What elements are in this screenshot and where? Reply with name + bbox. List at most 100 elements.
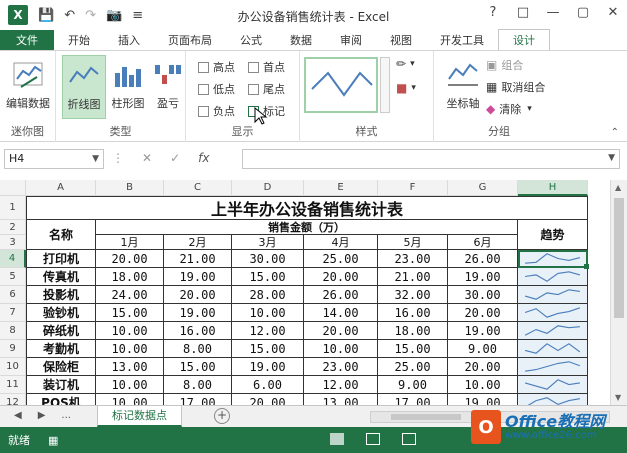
tab-developer[interactable]: 开发工具 — [426, 30, 498, 50]
sales-value[interactable]: 20.00 — [96, 250, 164, 268]
column-header-h[interactable]: H — [518, 180, 588, 196]
item-name[interactable]: 碎纸机 — [26, 322, 96, 340]
function-icon[interactable]: fx — [198, 151, 209, 165]
page-break-view-icon[interactable] — [402, 433, 416, 445]
row-header-11[interactable]: 11 — [0, 376, 26, 394]
sales-value[interactable]: 26.00 — [448, 250, 518, 268]
sparkline-cell[interactable] — [518, 268, 588, 286]
fill-handle[interactable] — [584, 264, 589, 269]
sparkline-cell[interactable] — [518, 376, 588, 394]
sales-value[interactable]: 9.00 — [448, 340, 518, 358]
redo-icon[interactable]: ↷ — [85, 8, 96, 23]
tab-review[interactable]: 审阅 — [326, 30, 376, 50]
sales-value[interactable]: 17.00 — [164, 394, 232, 405]
vertical-scrollbar[interactable]: ▲ ▼ — [610, 180, 627, 405]
prev-sheet-icon[interactable]: ◀ — [14, 410, 22, 421]
sparkline-cell[interactable] — [518, 250, 588, 268]
sales-value[interactable]: 20.00 — [448, 358, 518, 376]
tab-page-layout[interactable]: 页面布局 — [154, 30, 226, 50]
sparkline-cell[interactable] — [518, 322, 588, 340]
sales-value[interactable]: 13.00 — [96, 358, 164, 376]
month-header[interactable]: 6月 — [448, 235, 518, 250]
amount-header[interactable]: 销售金额（万） — [96, 220, 518, 235]
sales-value[interactable]: 6.00 — [232, 376, 304, 394]
scroll-down-icon[interactable]: ▼ — [615, 393, 621, 402]
row-header-10[interactable]: 10 — [0, 358, 26, 376]
row-header-4[interactable]: 4 — [0, 250, 26, 268]
sales-value[interactable]: 15.00 — [378, 340, 448, 358]
collapse-ribbon-icon[interactable]: ⌃ — [611, 127, 619, 138]
sales-value[interactable]: 20.00 — [232, 394, 304, 405]
normal-view-icon[interactable] — [330, 433, 344, 445]
sales-value[interactable]: 19.00 — [448, 268, 518, 286]
sales-value[interactable]: 13.00 — [304, 394, 378, 405]
item-name[interactable]: 投影机 — [26, 286, 96, 304]
sales-value[interactable]: 24.00 — [96, 286, 164, 304]
month-header[interactable]: 2月 — [164, 235, 232, 250]
sales-value[interactable]: 18.00 — [378, 322, 448, 340]
winloss-type-button[interactable]: 盈亏 — [146, 55, 190, 119]
sales-value[interactable]: 19.00 — [164, 268, 232, 286]
column-header-c[interactable]: C — [164, 180, 232, 196]
next-sheet-icon[interactable]: ▶ — [38, 410, 46, 421]
column-header-g[interactable]: G — [448, 180, 518, 196]
sales-value[interactable]: 32.00 — [378, 286, 448, 304]
sales-value[interactable]: 23.00 — [304, 358, 378, 376]
column-header-f[interactable]: F — [378, 180, 448, 196]
sparkline-cell[interactable] — [518, 340, 588, 358]
formula-input[interactable]: ▼ — [242, 149, 620, 169]
sales-value[interactable]: 19.00 — [232, 358, 304, 376]
group-button[interactable]: ▣ 组合 — [486, 57, 523, 73]
column-header-b[interactable]: B — [96, 180, 164, 196]
sales-value[interactable]: 19.00 — [164, 304, 232, 322]
month-header[interactable]: 5月 — [378, 235, 448, 250]
sales-value[interactable]: 10.00 — [448, 376, 518, 394]
sales-value[interactable]: 10.00 — [304, 340, 378, 358]
negative-point-checkbox[interactable]: 负点 — [198, 103, 235, 119]
scroll-up-icon[interactable]: ▲ — [615, 183, 621, 192]
sheet-title[interactable]: 上半年办公设备销售统计表 — [26, 196, 588, 220]
sales-value[interactable]: 15.00 — [96, 304, 164, 322]
line-type-button[interactable]: 折线图 — [62, 55, 106, 119]
undo-icon[interactable]: ↶ — [64, 8, 75, 23]
sales-value[interactable]: 8.00 — [164, 376, 232, 394]
macro-record-icon[interactable]: ▦ — [48, 434, 58, 447]
last-point-checkbox[interactable]: 尾点 — [248, 81, 285, 97]
sales-value[interactable]: 10.00 — [96, 322, 164, 340]
expand-formula-icon[interactable]: ▼ — [608, 153, 615, 163]
camera-icon[interactable]: 📷 — [106, 8, 122, 23]
sales-value[interactable]: 15.00 — [232, 340, 304, 358]
sparkline-style-preview[interactable] — [304, 57, 378, 113]
sales-value[interactable]: 14.00 — [304, 304, 378, 322]
column-type-button[interactable]: 柱形图 — [106, 55, 150, 119]
tab-formulas[interactable]: 公式 — [226, 30, 276, 50]
name-header[interactable]: 名称 — [26, 220, 96, 250]
trend-header[interactable]: 趋势 — [518, 220, 588, 250]
sales-value[interactable]: 10.00 — [96, 340, 164, 358]
high-point-checkbox[interactable]: 高点 — [198, 59, 235, 75]
sales-value[interactable]: 23.00 — [378, 250, 448, 268]
cancel-icon[interactable]: ✕ — [142, 151, 152, 165]
row-header-6[interactable]: 6 — [0, 286, 26, 304]
first-point-checkbox[interactable]: 首点 — [248, 59, 285, 75]
item-name[interactable]: 考勤机 — [26, 340, 96, 358]
column-header-e[interactable]: E — [304, 180, 378, 196]
tab-data[interactable]: 数据 — [276, 30, 326, 50]
month-header[interactable]: 4月 — [304, 235, 378, 250]
sales-value[interactable]: 25.00 — [378, 358, 448, 376]
sales-value[interactable]: 17.00 — [378, 394, 448, 405]
sales-value[interactable]: 10.00 — [96, 376, 164, 394]
month-header[interactable]: 1月 — [96, 235, 164, 250]
confirm-icon[interactable]: ✓ — [170, 151, 180, 165]
row-header-5[interactable]: 5 — [0, 268, 26, 286]
item-name[interactable]: 传真机 — [26, 268, 96, 286]
sheet-tab-active[interactable]: 标记数据点 — [97, 406, 182, 427]
column-header-d[interactable]: D — [232, 180, 304, 196]
sales-value[interactable]: 30.00 — [232, 250, 304, 268]
sparkline-cell[interactable] — [518, 286, 588, 304]
sparkline-cell[interactable] — [518, 304, 588, 322]
close-icon[interactable]: ✕ — [605, 5, 621, 20]
tab-file[interactable]: 文件 — [0, 30, 54, 50]
sales-value[interactable]: 21.00 — [378, 268, 448, 286]
item-name[interactable]: 保险柜 — [26, 358, 96, 376]
